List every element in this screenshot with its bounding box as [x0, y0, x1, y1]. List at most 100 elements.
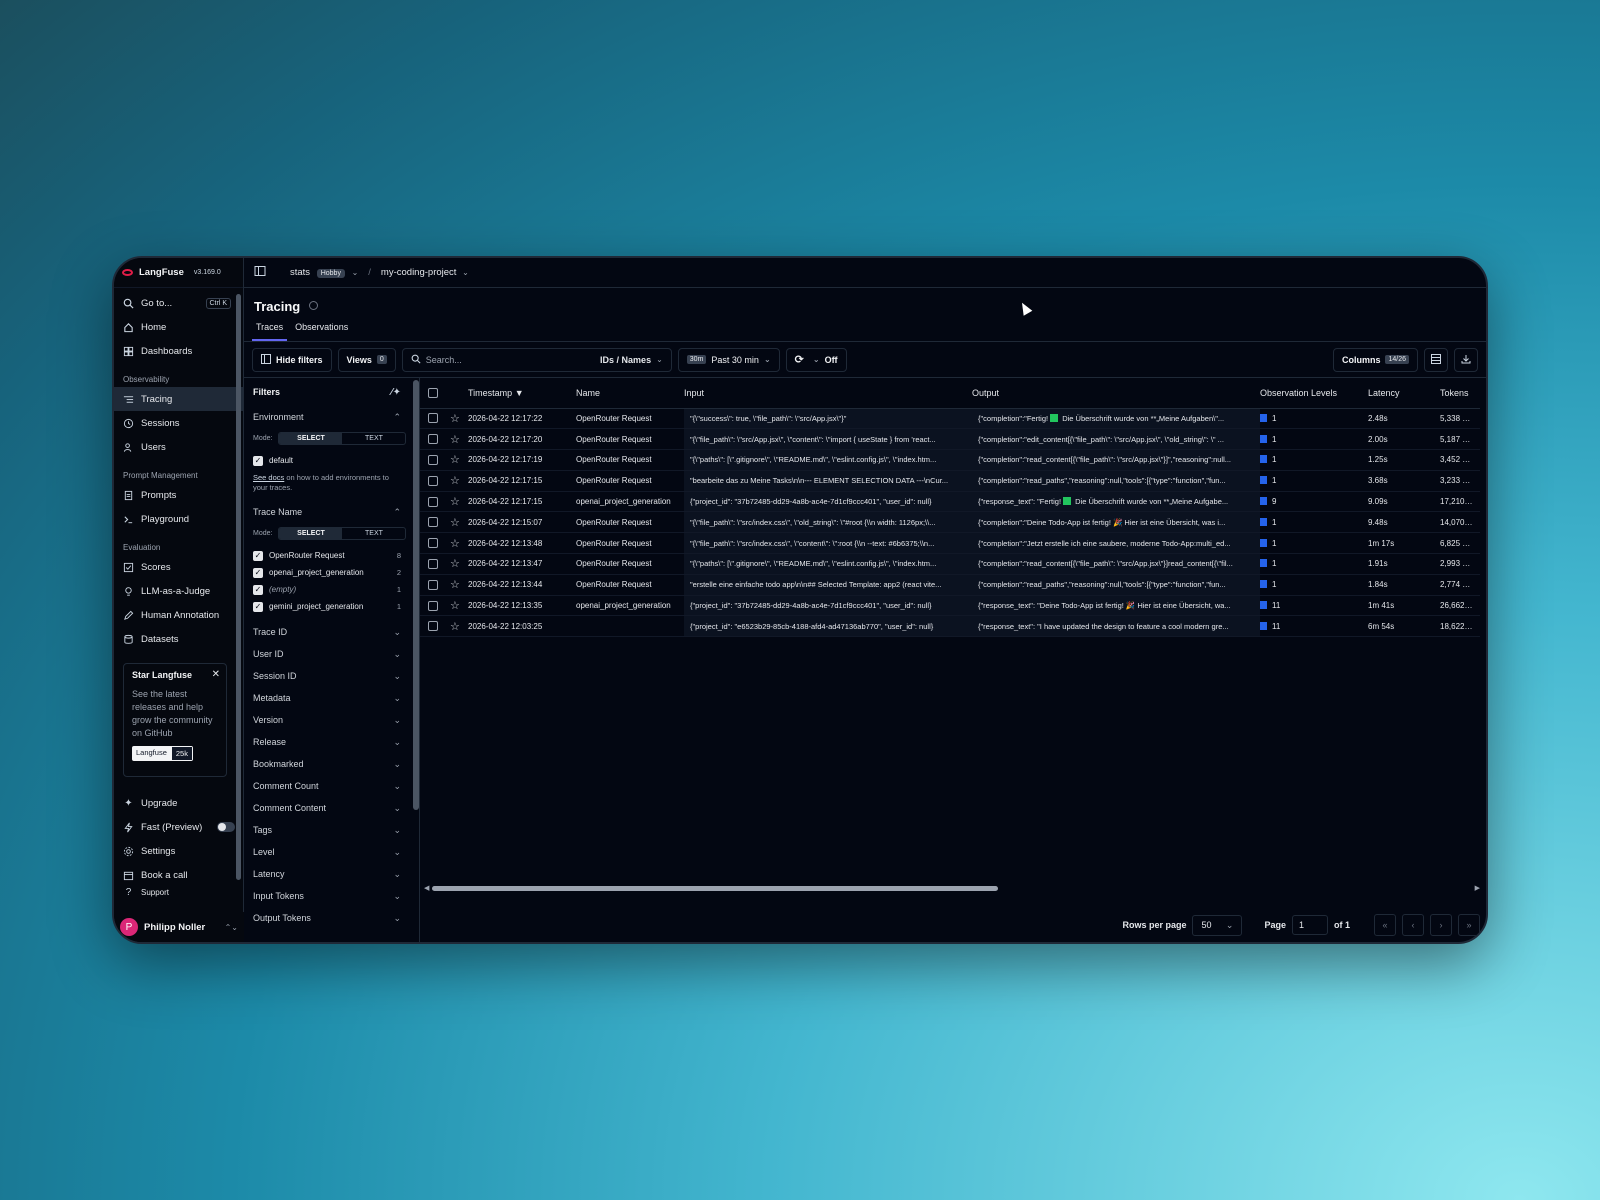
output-cell[interactable]: {"completion":"read_paths","reasoning":n… — [972, 470, 1260, 492]
column-header-input[interactable]: Input — [684, 378, 972, 409]
next-page-icon[interactable]: › — [1430, 914, 1452, 936]
sidebar-item-human-annotation[interactable]: Human Annotation — [114, 603, 243, 627]
sidebar-item-datasets[interactable]: Datasets — [114, 627, 243, 651]
input-cell[interactable]: "{\"paths\": [\".gitignore\", \"README.m… — [684, 449, 972, 471]
row-height-button[interactable] — [1424, 347, 1448, 372]
column-header-tokens[interactable]: Tokens — [1440, 378, 1480, 409]
see-docs-link[interactable]: See docs — [253, 473, 284, 482]
tab-observations[interactable]: Observations — [291, 322, 352, 341]
project-switcher[interactable]: my-coding-project ⌄ — [381, 267, 469, 278]
time-range-select[interactable]: 30m Past 30 min ⌄ — [677, 347, 780, 372]
prev-page-icon[interactable]: ‹ — [1402, 914, 1424, 936]
table-row[interactable]: ☆ 2026-04-22 12:17:19 OpenRouter Request "{… — [420, 449, 1480, 471]
bookmark-star-icon[interactable]: ☆ — [444, 491, 468, 513]
mode-select[interactable]: SELECT — [279, 527, 343, 539]
row-checkbox[interactable] — [428, 475, 438, 486]
sidebar-item-sessions[interactable]: Sessions — [114, 411, 243, 435]
wand-icon[interactable]: ⁄✦ — [391, 387, 401, 398]
refresh-icon[interactable]: ⟳ — [795, 353, 804, 366]
trace-name-option[interactable]: ✓ openai_project_generation 2 — [253, 564, 419, 581]
table-row[interactable]: ☆ 2026-04-22 12:15:07 OpenRouter Request "{… — [420, 511, 1480, 534]
output-cell[interactable]: {"completion":"read_paths","reasoning":n… — [972, 574, 1260, 596]
sidebar-item-upgrade[interactable]: ✦ Upgrade — [114, 791, 243, 815]
last-page-icon[interactable]: » — [1458, 914, 1480, 936]
filter-group-comment-count[interactable]: Comment Count ⌄ — [253, 775, 419, 797]
input-cell[interactable]: "erstelle eine einfache todo app\n\n## S… — [684, 574, 972, 596]
row-checkbox[interactable] — [428, 496, 438, 507]
output-cell[interactable]: {"completion":"Fertig! Die Überschrift w… — [972, 408, 1260, 430]
checkbox[interactable]: ✓ — [253, 601, 263, 612]
bookmark-star-icon[interactable]: ☆ — [444, 428, 468, 451]
info-icon[interactable] — [308, 301, 318, 310]
github-star-badge[interactable]: Langfuse 25k — [132, 746, 193, 761]
rows-per-page-select[interactable]: 50 ⌄ — [1192, 914, 1243, 936]
row-checkbox[interactable] — [428, 413, 438, 424]
close-icon[interactable]: ✕ — [212, 669, 220, 680]
column-header-latency[interactable]: Latency — [1368, 378, 1440, 409]
user-menu[interactable]: P Philipp Noller ⌃⌄ — [114, 912, 244, 942]
output-cell[interactable]: {"completion":"edit_content[{\"file_path… — [972, 428, 1260, 451]
input-cell[interactable]: "{\"success\": true, \"file_path\": \"sr… — [684, 408, 972, 430]
table-row[interactable]: ☆ 2026-04-22 12:17:15 OpenRouter Request "b… — [420, 470, 1480, 492]
bookmark-star-icon[interactable]: ☆ — [444, 574, 468, 596]
filter-group-input-tokens[interactable]: Input Tokens ⌄ — [253, 885, 419, 907]
column-header-observation-levels[interactable]: Observation Levels — [1260, 378, 1368, 409]
row-checkbox[interactable] — [428, 621, 438, 632]
filter-group-comment-content[interactable]: Comment Content ⌄ — [253, 797, 419, 819]
column-header-output[interactable]: Output — [972, 378, 1260, 409]
table-row[interactable]: ☆ 2026-04-22 12:13:48 OpenRouter Request "{… — [420, 532, 1480, 555]
filter-group-metadata[interactable]: Metadata ⌄ — [253, 687, 419, 709]
trace-name-option[interactable]: ✓ gemini_project_generation 1 — [253, 598, 419, 615]
filter-group-latency[interactable]: Latency ⌄ — [253, 863, 419, 885]
output-cell[interactable]: {"completion":"Jetzt erstelle ich eine s… — [972, 532, 1260, 555]
scroll-right-icon[interactable]: ▶ — [1475, 884, 1480, 892]
sidebar-item-tracing[interactable]: Tracing — [114, 387, 243, 411]
bookmark-star-icon[interactable]: ☆ — [444, 449, 468, 471]
row-checkbox[interactable] — [428, 517, 438, 528]
columns-button[interactable]: Columns 14/26 — [1332, 347, 1418, 372]
tab-traces[interactable]: Traces — [252, 322, 288, 341]
table-row[interactable]: ☆ 2026-04-22 12:13:44 OpenRouter Request "e… — [420, 574, 1480, 596]
filter-group-session-id[interactable]: Session ID ⌄ — [253, 665, 419, 687]
bookmark-star-icon[interactable]: ☆ — [444, 408, 468, 430]
checkbox[interactable]: ✓ — [253, 567, 263, 578]
filter-group-tags[interactable]: Tags ⌄ — [253, 819, 419, 841]
filter-group-version[interactable]: Version ⌄ — [253, 709, 419, 731]
table-row[interactable]: ☆ 2026-04-22 12:13:47 OpenRouter Request "{… — [420, 553, 1480, 575]
bookmark-star-icon[interactable]: ☆ — [444, 532, 468, 555]
mode-text[interactable]: TEXT — [342, 528, 405, 539]
sidebar-item-dashboards[interactable]: Dashboards — [114, 339, 243, 363]
input-cell[interactable]: {"project_id": "37b72485-dd29-4a8b-ac4e-… — [684, 595, 972, 617]
env-option-default[interactable]: ✓ default — [253, 452, 419, 469]
fast-preview-toggle[interactable] — [217, 822, 235, 832]
download-button[interactable] — [1454, 347, 1478, 372]
column-header-name[interactable]: Name — [576, 378, 684, 409]
filter-panel-scrollbar[interactable] — [413, 380, 419, 810]
bookmark-star-icon[interactable]: ☆ — [444, 511, 468, 534]
table-row[interactable]: ☆ 2026-04-22 12:13:35 openai_project_gener… — [420, 595, 1480, 617]
sidebar-item-scores[interactable]: Scores — [114, 555, 243, 579]
scroll-left-icon[interactable]: ◀ — [424, 884, 429, 892]
hide-filters-button[interactable]: Hide filters — [252, 347, 332, 372]
output-cell[interactable]: {"completion":"read_content[{\"file_path… — [972, 449, 1260, 471]
sidebar-item-playground[interactable]: Playground — [114, 507, 243, 531]
filter-group-environment[interactable]: Environment ⌃ — [253, 406, 419, 428]
search-scope-select[interactable]: IDs / Names — [600, 355, 651, 365]
bookmark-star-icon[interactable]: ☆ — [444, 470, 468, 492]
output-cell[interactable]: {"completion":"read_content[{\"file_path… — [972, 553, 1260, 575]
table-row[interactable]: ☆ 2026-04-22 12:17:22 OpenRouter Request "{… — [420, 408, 1480, 430]
output-cell[interactable]: {"response_text": "Deine Todo-App ist fe… — [972, 595, 1260, 617]
sidebar-scrollbar[interactable] — [236, 294, 241, 880]
sidebar-toggle-icon[interactable] — [254, 265, 266, 280]
input-cell[interactable]: {"project_id": "e6523b29-85cb-4188-afd4-… — [684, 615, 972, 638]
checkbox[interactable]: ✓ — [253, 584, 263, 595]
output-cell[interactable]: {"response_text": "Fertig! Die Überschri… — [972, 491, 1260, 513]
row-checkbox[interactable] — [428, 434, 438, 445]
row-checkbox[interactable] — [428, 579, 438, 590]
input-cell[interactable]: "bearbeite das zu Meine Tasks\n\n--- ELE… — [684, 470, 972, 492]
output-cell[interactable]: {"response_text": "I have updated the de… — [972, 615, 1260, 638]
row-checkbox[interactable] — [428, 454, 438, 465]
mode-toggle[interactable]: SELECT TEXT — [278, 526, 407, 540]
sidebar-item-support[interactable]: ? Support — [114, 887, 243, 897]
input-cell[interactable]: "{\"file_path\": \"src/index.css\", \"co… — [684, 532, 972, 555]
